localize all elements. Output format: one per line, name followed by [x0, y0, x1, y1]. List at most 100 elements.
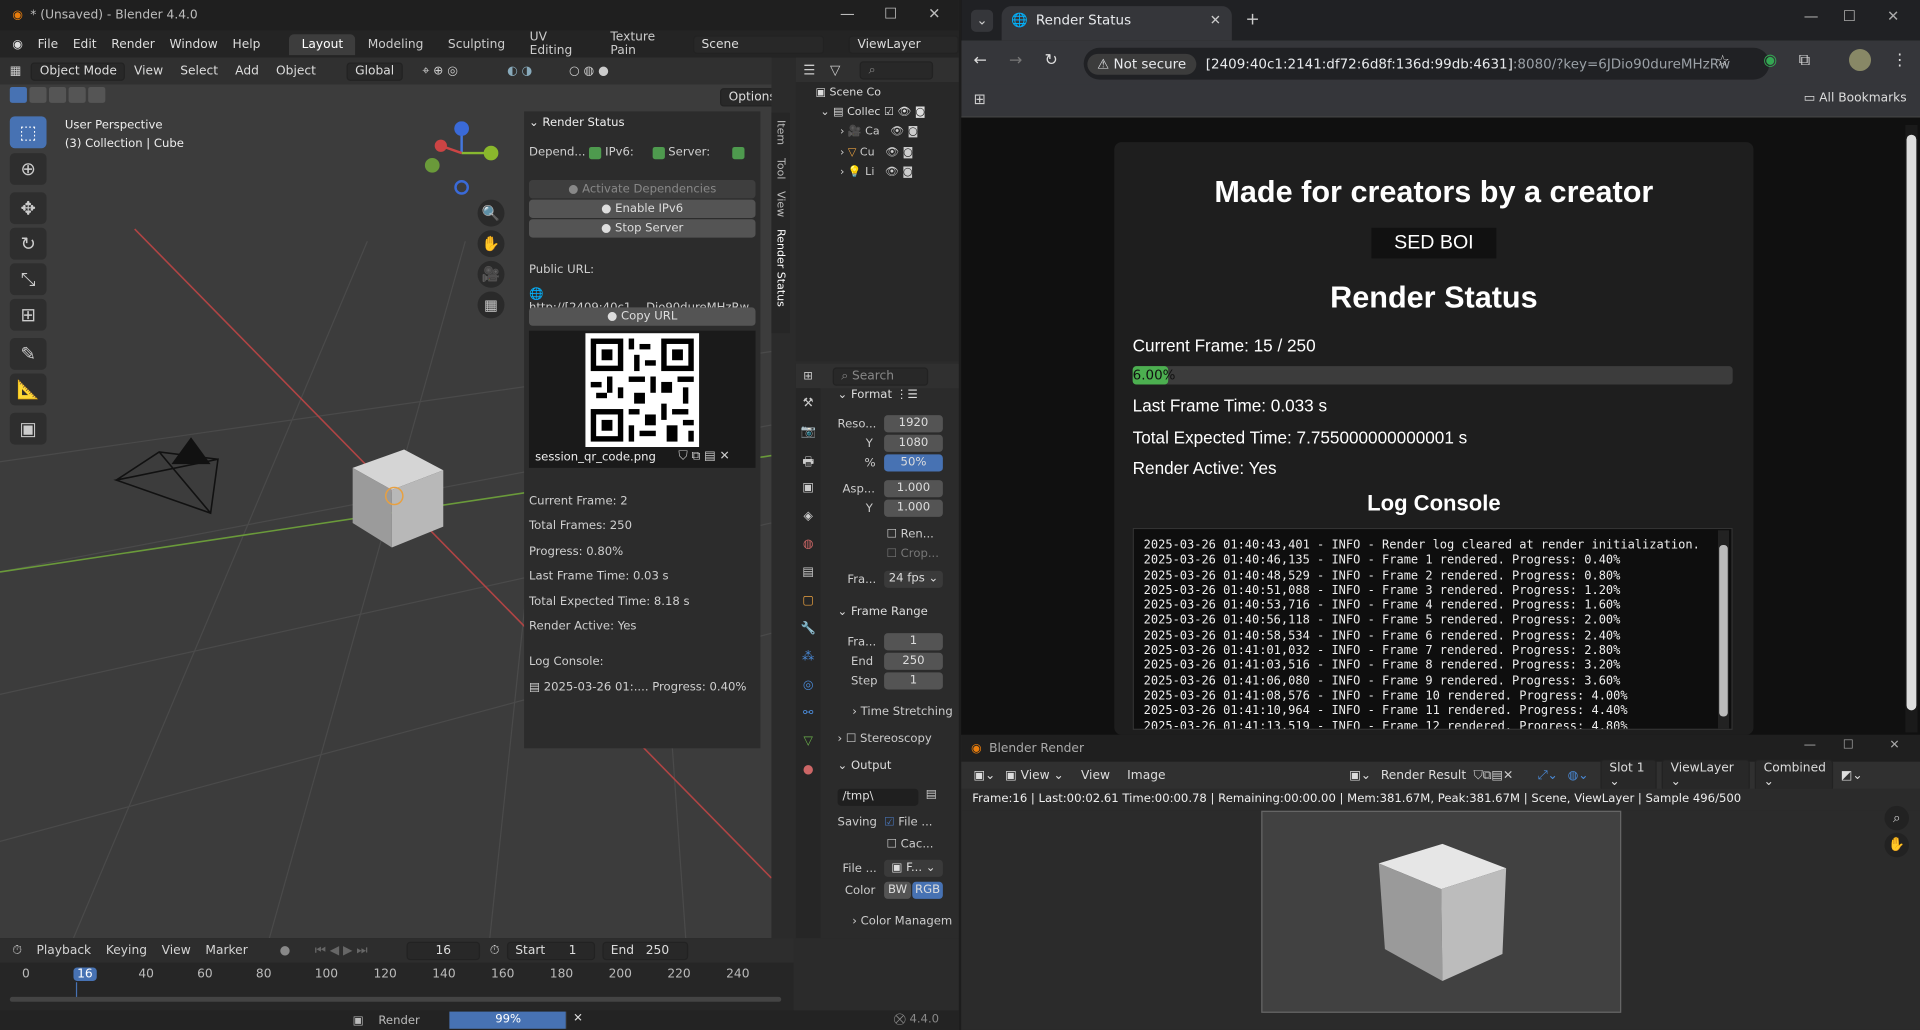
collection-tab-icon[interactable]: ▤ [798, 566, 818, 586]
tab-modeling[interactable]: Modeling [355, 34, 435, 55]
page-scrollbar[interactable] [1905, 124, 1918, 733]
image-overlay-icon[interactable]: ◍⌄ [1568, 768, 1589, 781]
render-layer-selector[interactable]: ViewLayer ⌄ [1662, 759, 1751, 792]
material-tab-icon[interactable]: ● [798, 763, 818, 783]
image-view-mode[interactable]: ▣ View ⌄ [1005, 768, 1064, 781]
resolution-pct-field[interactable]: 50% [884, 454, 943, 472]
render-pass-selector[interactable]: Combined ⌄ [1755, 759, 1834, 792]
select-new-icon[interactable] [9, 86, 27, 103]
tool-tab-icon[interactable]: ⚒ [798, 397, 818, 417]
tab-sculpting[interactable]: Sculpting [436, 34, 518, 55]
playhead-frame[interactable]: 16 [73, 967, 97, 981]
color-management-panel[interactable]: › Color Managem [852, 915, 952, 928]
ortho-grid-icon[interactable]: ▦ [477, 291, 505, 319]
aspect-x-field[interactable]: 1.000 [884, 480, 943, 498]
3d-viewport[interactable]: ▦ Object Mode View Select Add Object Glo… [0, 57, 772, 939]
viewport-menu-view[interactable]: View [125, 64, 171, 77]
aspect-y-field[interactable]: 1.000 [884, 499, 943, 517]
color-rgb-button[interactable]: RGB [912, 881, 943, 899]
minimize-icon[interactable]: — [840, 5, 855, 22]
outliner-item-camera[interactable]: › 🎥 Ca 👁 ◙ [840, 126, 918, 138]
file-format-dropdown[interactable]: ▣ F... ⌄ [884, 859, 943, 877]
menu-render[interactable]: Render [104, 37, 162, 50]
blender-menu-logo-icon[interactable]: ◉ [0, 37, 30, 50]
render-region-checkbox[interactable]: ☐ Ren... [887, 528, 934, 541]
select-extend-icon[interactable] [29, 86, 47, 103]
view-layer-selector[interactable]: ViewLayer [848, 34, 959, 54]
side-tab-render-status[interactable]: Render Status [774, 229, 786, 307]
scene-selector[interactable]: Scene [692, 34, 825, 54]
outliner-item-light[interactable]: › 💡 Li 👁 ◙ [840, 167, 913, 179]
file-extension-checkbox[interactable]: ☑ File ... [884, 816, 932, 829]
frame-end-field[interactable]: 250 [884, 652, 943, 670]
menu-help[interactable]: Help [225, 37, 268, 50]
modifier-tab-icon[interactable]: 🔧 [798, 622, 818, 642]
scale-tool-icon[interactable]: ⤡ [9, 263, 47, 296]
side-tab-tool[interactable]: Tool [774, 157, 786, 178]
constraints-tab-icon[interactable]: ⚯ [798, 707, 818, 727]
tab-uv-editing[interactable]: UV Editing [517, 27, 598, 61]
output-folder-icon[interactable]: ▤ [926, 787, 937, 800]
close-icon[interactable]: ✕ [928, 5, 940, 22]
annotate-tool-icon[interactable]: ✎ [9, 338, 47, 370]
cancel-render-icon[interactable]: ✕ [573, 1012, 583, 1025]
browser-close-icon[interactable]: ✕ [1887, 7, 1899, 24]
render-result-image[interactable] [1261, 810, 1622, 1013]
resolution-y-field[interactable]: 1080 [884, 434, 943, 452]
stereoscopy-panel[interactable]: › ☐ Stereoscopy [838, 732, 932, 745]
shading-icon[interactable]: ○ ◍ ● [569, 64, 609, 77]
log-scrollbar[interactable] [1717, 530, 1729, 729]
tab-layout[interactable]: Layout [289, 33, 356, 55]
timeline-scrollbar[interactable] [9, 996, 782, 1002]
tab-search-icon[interactable]: ⌄ [971, 9, 994, 32]
world-tab-icon[interactable]: ◍ [798, 538, 818, 558]
navigation-gizmo-icon[interactable] [422, 121, 502, 197]
menu-file[interactable]: File [30, 37, 65, 50]
browser-menu-icon[interactable]: ⋮ [1892, 51, 1908, 69]
stop-server-button[interactable]: ● Stop Server [528, 219, 756, 238]
cache-checkbox[interactable]: ☐ Cac... [887, 838, 934, 851]
reload-icon[interactable]: ↻ [1044, 51, 1057, 69]
frame-step-field[interactable]: 1 [884, 672, 943, 690]
back-icon[interactable]: ← [973, 51, 986, 69]
browser-maximize-icon[interactable]: ☐ [1843, 7, 1856, 24]
image-actions-icon[interactable]: ⛉⧉▤✕ [1473, 768, 1513, 781]
outliner-scene-collection[interactable]: ▣ Scene Co [816, 87, 881, 99]
properties-search[interactable]: ⌕ Search [832, 366, 929, 386]
data-tab-icon[interactable]: ▽ [798, 735, 818, 755]
menu-window[interactable]: Window [162, 37, 225, 50]
extension-location-icon[interactable]: ◉ [1763, 51, 1777, 69]
camera-view-icon[interactable]: 🎥 [477, 260, 505, 288]
scene-tab-icon[interactable]: ◈ [798, 509, 818, 529]
qr-file-actions[interactable]: ⛉ ⧉ ▤ ✕ [678, 449, 729, 462]
render-close-icon[interactable]: ✕ [1889, 738, 1899, 751]
timeline-ruler[interactable]: 0 16 40 60 80 100 120 140 160 180 200 220 240 [0, 938, 793, 1005]
tab-close-icon[interactable]: ✕ [1210, 6, 1221, 35]
outliner-editor-icon[interactable]: ☰ [796, 62, 823, 78]
transform-tool-icon[interactable]: ⊞ [9, 298, 47, 331]
view-layer-tab-icon[interactable]: ▣ [798, 481, 818, 501]
outliner-collection[interactable]: ⌄ ▤ Collec ☑ 👁 ◙ [820, 107, 925, 119]
side-tab-item[interactable]: Item [774, 120, 786, 145]
copy-url-button[interactable]: ● Copy URL [528, 307, 756, 326]
color-bw-button[interactable]: BW [884, 881, 912, 899]
framerate-dropdown[interactable]: 24 fps ⌄ [884, 570, 943, 588]
rotate-tool-icon[interactable]: ↻ [9, 227, 47, 260]
image-pan-icon[interactable]: ✋ [1884, 832, 1909, 858]
browser-minimize-icon[interactable]: — [1804, 7, 1819, 24]
select-box-tool-icon[interactable]: ⬚ [9, 116, 47, 149]
image-browse-icon[interactable]: ▣⌄ [1349, 768, 1371, 781]
menu-edit[interactable]: Edit [65, 37, 103, 50]
panel-header[interactable]: ⌄ Render Status [529, 116, 625, 129]
crop-checkbox[interactable]: ☐ Crop... [887, 547, 939, 560]
tab-texture-paint[interactable]: Texture Pain [598, 27, 688, 61]
new-tab-icon[interactable]: + [1245, 10, 1259, 30]
viewport-menu-add[interactable]: Add [227, 64, 268, 77]
viewport-menu-object[interactable]: Object [267, 64, 324, 77]
cursor-tool-icon[interactable]: ⊕ [9, 153, 47, 185]
overlay-icon[interactable]: ◐ ◑ [507, 64, 532, 77]
particles-tab-icon[interactable]: ⁂ [798, 650, 818, 670]
extensions-icon[interactable]: ⧉ [1799, 51, 1810, 69]
bookmark-star-icon[interactable]: ☆ [1716, 53, 1730, 71]
image-editor-type-icon[interactable]: ▣⌄ [973, 768, 995, 781]
